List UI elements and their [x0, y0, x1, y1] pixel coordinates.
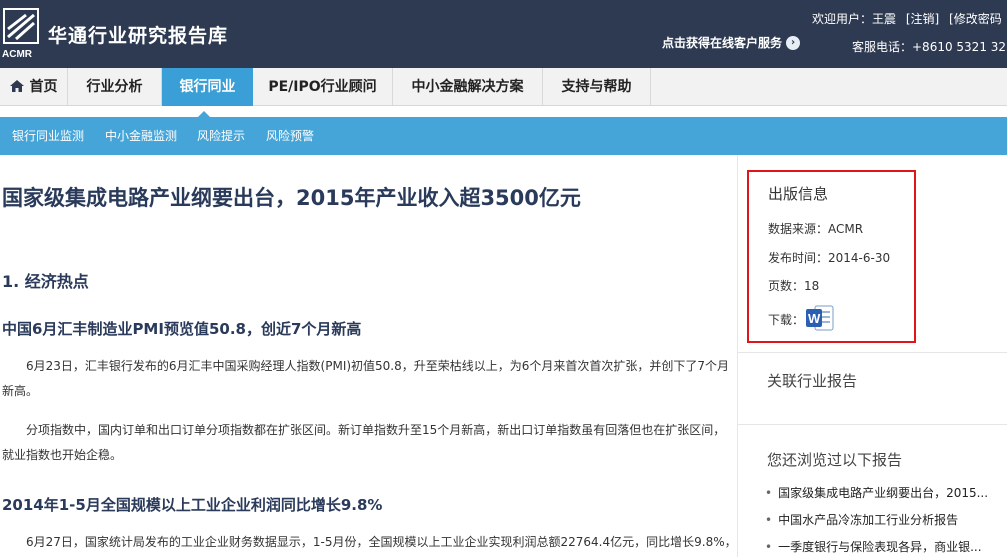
page-count: 页数：18	[768, 279, 820, 293]
paragraph: 6月23日，汇丰银行发布的6月汇丰中国采购经理人指数(PMI)初值50.8，升至…	[2, 359, 730, 398]
nav-item-label: 支持与帮助	[561, 79, 632, 95]
subnav-item-risk-tips[interactable]: 风险提示	[197, 117, 245, 155]
home-icon	[9, 80, 24, 92]
section-heading: 1. 经济热点	[2, 272, 89, 291]
nav-item-label: 银行同业	[179, 79, 236, 95]
acmr-logo[interactable]: ACMR	[2, 7, 40, 60]
history-title: 您还浏览过以下报告	[767, 451, 903, 469]
history-report-link[interactable]: 中国水产品冷冻加工行业分析报告	[765, 511, 958, 528]
sub-nav: 银行同业监测 中小金融监测 风险提示 风险预警	[0, 111, 1007, 155]
subsection-heading: 2014年1-5月全国规模以上工业企业利润同比增长9.8%	[2, 496, 383, 514]
user-bar: 欢迎用户：王震 [注销] [修改密码	[812, 10, 1007, 27]
subnav-item-sme-monitor[interactable]: 中小金融监测	[105, 117, 177, 155]
article-title: 国家级集成电路产业纲要出台，2015年产业收入超3500亿元	[2, 186, 581, 210]
nav-item-support[interactable]: 支持与帮助	[543, 68, 651, 106]
chevron-right-icon: ›	[786, 35, 801, 50]
online-service-label: 点击获得在线客户服务	[662, 36, 783, 50]
logout-link[interactable]: [注销]	[906, 12, 939, 26]
publication-info-title: 出版信息	[768, 185, 829, 203]
subsection-heading: 中国6月汇丰制造业PMI预览值50.8，创近7个月新高	[2, 320, 362, 338]
data-source: 数据来源：ACMR	[768, 222, 864, 236]
sidebar-divider	[738, 352, 1007, 353]
nav-item-pe-ipo[interactable]: PE/IPO行业顾问	[253, 68, 393, 106]
nav-item-label: PE/IPO行业顾问	[268, 79, 377, 95]
history-report-link[interactable]: 国家级集成电路产业纲要出台，2015...	[765, 484, 988, 501]
subnav-item-risk-alert[interactable]: 风险预警	[266, 117, 314, 155]
change-password-link[interactable]: [修改密码	[949, 12, 1002, 26]
nav-item-sme-finance[interactable]: 中小金融解决方案	[393, 68, 543, 106]
top-header: ACMR 华通行业研究报告库 点击获得在线客户服务 › 欢迎用户：王震 [注销]…	[0, 0, 1007, 68]
related-reports-title: 关联行业报告	[767, 372, 858, 390]
svg-text:ACMR: ACMR	[2, 49, 33, 59]
nav-item-label: 行业分析	[86, 79, 143, 95]
paragraph: 6月27日，国家统计局发布的工业企业财务数据显示，1-5月份，全国规模以上工业企…	[26, 535, 730, 549]
nav-item-home[interactable]: 首页	[0, 68, 68, 106]
publication-info-box: 出版信息 数据来源：ACMR 发布时间：2014-6-30 页数：18 下载： …	[747, 170, 916, 343]
site-title: 华通行业研究报告库	[48, 25, 229, 47]
svg-text:W: W	[808, 311, 821, 326]
subnav-item-bank-monitor[interactable]: 银行同业监测	[12, 117, 84, 155]
word-document-icon[interactable]: W	[805, 304, 835, 332]
sidebar-divider	[738, 424, 1007, 425]
download-label: 下载：	[768, 313, 805, 327]
hotline-text: 客服电话：+8610 5321 325	[852, 40, 1007, 54]
publish-date: 发布时间：2014-6-30	[768, 251, 891, 265]
history-report-link[interactable]: 一季度银行与保险表现各异，商业银...	[765, 538, 981, 555]
nav-item-industry[interactable]: 行业分析	[68, 68, 162, 106]
main-nav: 首页 行业分析 银行同业 PE/IPO行业顾问 中小金融解决方案 支持与帮助	[0, 68, 1007, 106]
nav-item-banking[interactable]: 银行同业	[162, 68, 253, 106]
online-service-link[interactable]: 点击获得在线客户服务 ›	[662, 34, 801, 51]
paragraph: 分项指数中，国内订单和出口订单分项指数都在扩张区间。新订单指数升至15个月新高，…	[2, 423, 726, 462]
nav-item-label: 中小金融解决方案	[411, 79, 524, 95]
welcome-text: 欢迎用户：王震	[812, 12, 897, 26]
nav-item-label: 首页	[29, 79, 58, 95]
